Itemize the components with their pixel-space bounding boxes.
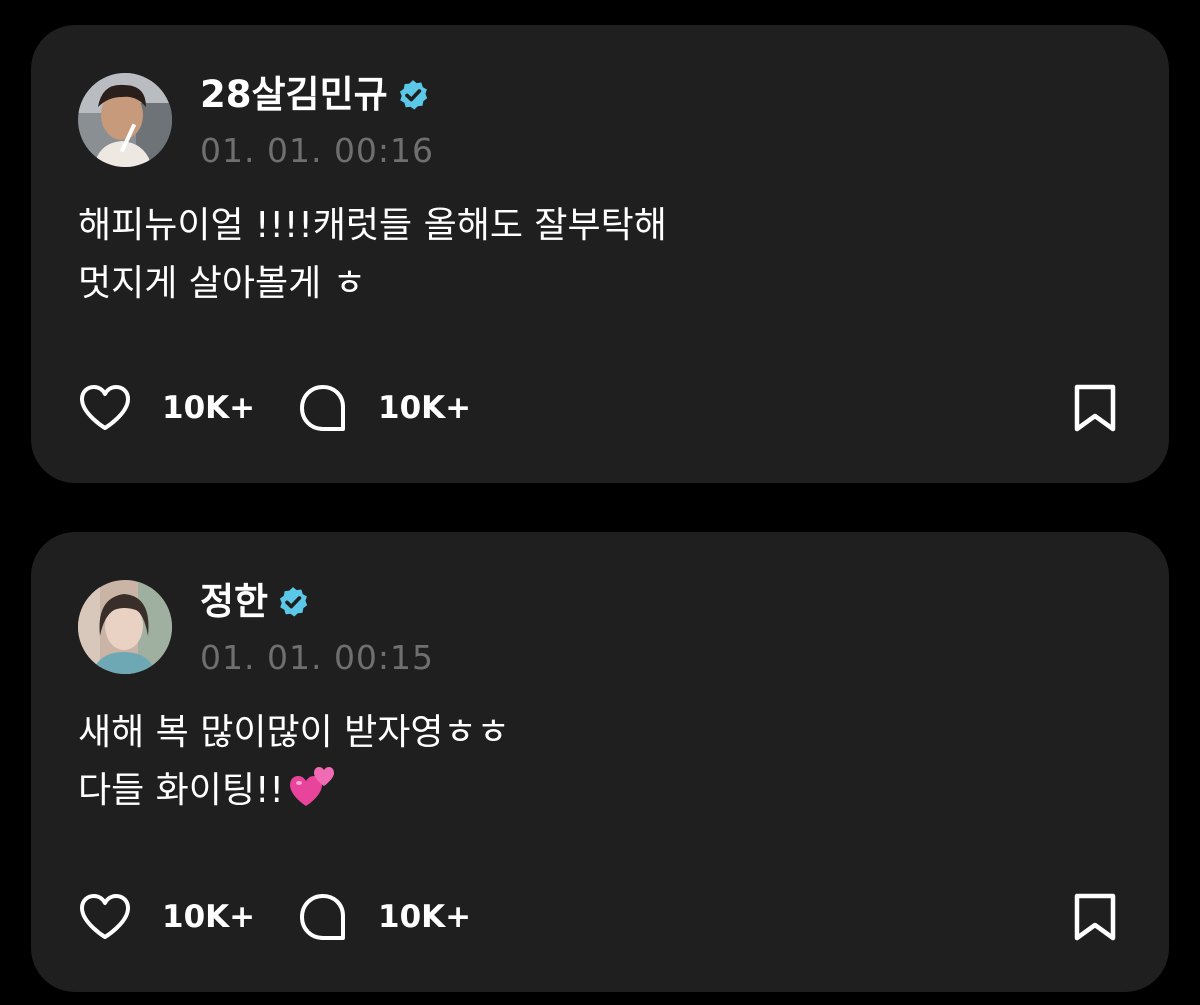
like-count: 10K+ (162, 899, 256, 935)
post-timestamp: 01. 01. 00:15 (200, 638, 435, 677)
comment-bubble-icon (300, 385, 345, 431)
avatar[interactable] (78, 580, 172, 674)
post-card[interactable]: 28살김민규 01. 01. 00:16 해피뉴이얼 !!!!캐럿들 올해도 잘… (31, 25, 1169, 483)
heart-icon (80, 894, 130, 939)
post-card[interactable]: 정한 01. 01. 00:15 새해 복 많이많이 받자영ㅎㅎ 다들 화이팅!… (31, 532, 1169, 992)
like-count: 10K+ (162, 390, 256, 426)
bookmark-button[interactable] (1073, 892, 1117, 942)
like-button[interactable]: 10K+ (78, 383, 255, 433)
post-text: 해피뉴이얼 !!!!캐럿들 올해도 잘부탁해 멋지게 살아볼게 ㅎ (78, 197, 667, 313)
post-text-line-with-emoji: 다들 화이팅!! (78, 762, 510, 820)
verified-badge-icon (399, 80, 427, 110)
action-bar: 10K+ 10K+ (78, 892, 1117, 942)
like-button[interactable]: 10K+ (78, 892, 255, 942)
verified-badge-icon (280, 587, 308, 617)
author-name[interactable]: 28살김민규 (200, 73, 430, 117)
post-text-line: 새해 복 많이많이 받자영ㅎㅎ (78, 712, 510, 753)
post-text-line: 다들 화이팅!! (78, 770, 284, 811)
two-hearts-emoji (289, 767, 334, 806)
author-name[interactable]: 정한 (200, 580, 310, 624)
post-timestamp: 01. 01. 00:16 (200, 131, 435, 170)
comment-button[interactable]: 10K+ (298, 892, 471, 942)
avatar[interactable] (78, 73, 172, 167)
action-bar: 10K+ 10K+ (78, 383, 1117, 433)
author-name-text: 28살김민규 (200, 73, 388, 116)
comment-count: 10K+ (378, 899, 472, 935)
comment-bubble-icon (300, 894, 345, 940)
bookmark-icon (1074, 893, 1116, 941)
post-text-line: 멋지게 살아볼게 ㅎ (78, 263, 366, 304)
heart-icon (80, 385, 130, 430)
comment-button[interactable]: 10K+ (298, 383, 471, 433)
bookmark-icon (1074, 384, 1116, 432)
comment-count: 10K+ (378, 390, 472, 426)
post-text: 새해 복 많이많이 받자영ㅎㅎ 다들 화이팅!! (78, 704, 510, 820)
post-text-line: 해피뉴이얼 !!!!캐럿들 올해도 잘부탁해 (78, 205, 667, 246)
bookmark-button[interactable] (1073, 383, 1117, 433)
author-name-text: 정한 (200, 580, 269, 623)
